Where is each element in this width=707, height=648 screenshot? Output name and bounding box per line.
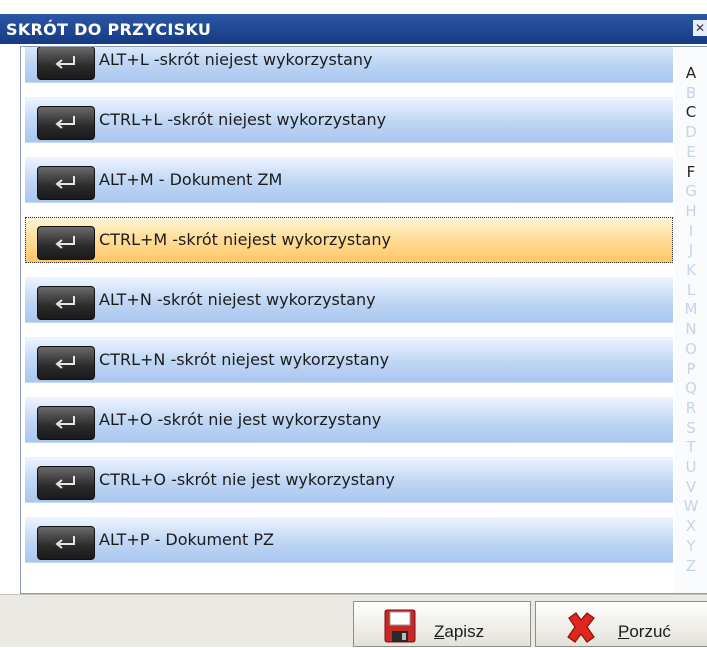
list-item[interactable]: ALT+L -skrót niejest wykorzystany: [25, 47, 673, 83]
alphabet-letter-v[interactable]: V: [681, 479, 701, 495]
alphabet-letter-b[interactable]: B: [681, 85, 701, 101]
enter-key-icon: [37, 106, 95, 140]
alphabet-letter-u[interactable]: U: [681, 459, 701, 475]
alphabet-letter-z[interactable]: Z: [681, 558, 701, 574]
alphabet-letter-a[interactable]: A: [681, 65, 701, 81]
alphabet-letter-i[interactable]: I: [681, 223, 701, 239]
alphabet-letter-f[interactable]: F: [681, 164, 701, 180]
enter-key-icon: [37, 166, 95, 200]
alphabet-letter-s[interactable]: S: [681, 420, 701, 436]
cancel-button[interactable]: Porzuć: [535, 601, 707, 647]
alphabet-letter-y[interactable]: Y: [681, 538, 701, 554]
enter-key-icon: [37, 466, 95, 500]
list-item-label: CTRL+N -skrót niejest wykorzystany: [99, 350, 390, 369]
alphabet-letter-d[interactable]: D: [681, 124, 701, 140]
floppy-disk-icon: [384, 609, 416, 647]
alphabet-letter-m[interactable]: M: [681, 301, 701, 317]
list-item[interactable]: CTRL+O -skrót nie jest wykorzystany: [25, 457, 673, 503]
list-item-label: CTRL+L -skrót niejest wykorzystany: [99, 110, 387, 129]
alphabet-letter-p[interactable]: P: [681, 361, 701, 377]
alphabet-letter-k[interactable]: K: [681, 262, 701, 278]
footer-bar: Zapisz Porzuć: [0, 594, 707, 647]
close-button[interactable]: ✕: [693, 20, 707, 36]
cancel-label: Porzuć: [618, 622, 671, 641]
list-item[interactable]: ALT+N -skrót niejest wykorzystany: [25, 277, 673, 323]
alphabet-letter-x[interactable]: X: [681, 518, 701, 534]
alphabet-letter-n[interactable]: N: [681, 321, 701, 337]
list-item-label: ALT+N -skrót niejest wykorzystany: [99, 290, 376, 309]
list-item[interactable]: ALT+M - Dokument ZM: [25, 157, 673, 203]
alphabet-letter-t[interactable]: T: [681, 439, 701, 455]
shortcut-list[interactable]: ALT+L -skrót niejest wykorzystany CTRL+L …: [21, 47, 674, 593]
list-item-label: ALT+O -skrót nie jest wykorzystany: [99, 410, 382, 429]
alphabet-letter-q[interactable]: Q: [681, 380, 701, 396]
enter-key-icon: [37, 226, 95, 260]
alphabet-letter-h[interactable]: H: [681, 203, 701, 219]
alphabet-letter-c[interactable]: C: [681, 104, 701, 120]
alphabet-letter-e[interactable]: E: [681, 144, 701, 160]
shortcut-list-panel: ALT+L -skrót niejest wykorzystany CTRL+L …: [20, 46, 707, 594]
list-item-label: ALT+P - Dokument PZ: [99, 530, 274, 549]
alphabet-letter-r[interactable]: R: [681, 400, 701, 416]
enter-key-icon: [37, 286, 95, 320]
list-item[interactable]: ALT+O -skrót nie jest wykorzystany: [25, 397, 673, 443]
alphabet-letter-j[interactable]: J: [681, 242, 701, 258]
enter-key-icon: [37, 346, 95, 380]
list-item[interactable]: CTRL+N -skrót niejest wykorzystany: [25, 337, 673, 383]
enter-key-icon: [37, 406, 95, 440]
red-x-icon: [564, 610, 598, 648]
alphabet-letter-l[interactable]: L: [681, 282, 701, 298]
list-item[interactable]: ALT+P - Dokument PZ: [25, 517, 673, 563]
window-title: SKRÓT DO PRZYCISKU: [6, 20, 212, 39]
list-item-label: ALT+M - Dokument ZM: [99, 170, 283, 189]
list-item[interactable]: CTRL+L -skrót niejest wykorzystany: [25, 97, 673, 143]
list-item-label: ALT+L -skrót niejest wykorzystany: [99, 50, 373, 69]
alphabet-letter-w[interactable]: W: [681, 498, 701, 514]
enter-key-icon: [37, 526, 95, 560]
save-label: Zapisz: [434, 622, 485, 641]
list-item-label: CTRL+O -skrót nie jest wykorzystany: [99, 470, 395, 489]
alphabet-letter-o[interactable]: O: [681, 341, 701, 357]
alphabet-letter-g[interactable]: G: [681, 183, 701, 199]
alphabet-index[interactable]: ABCDEFGHIJKLMNOPQRSTUVWXYZ: [675, 47, 707, 593]
save-button[interactable]: Zapisz: [353, 601, 531, 647]
enter-key-icon: [37, 47, 95, 80]
list-item-label: CTRL+M -skrót niejest wykorzystany: [99, 230, 391, 249]
list-item[interactable]: CTRL+M -skrót niejest wykorzystany: [25, 217, 673, 263]
title-bar: SKRÓT DO PRZYCISKU ✕: [0, 14, 707, 44]
